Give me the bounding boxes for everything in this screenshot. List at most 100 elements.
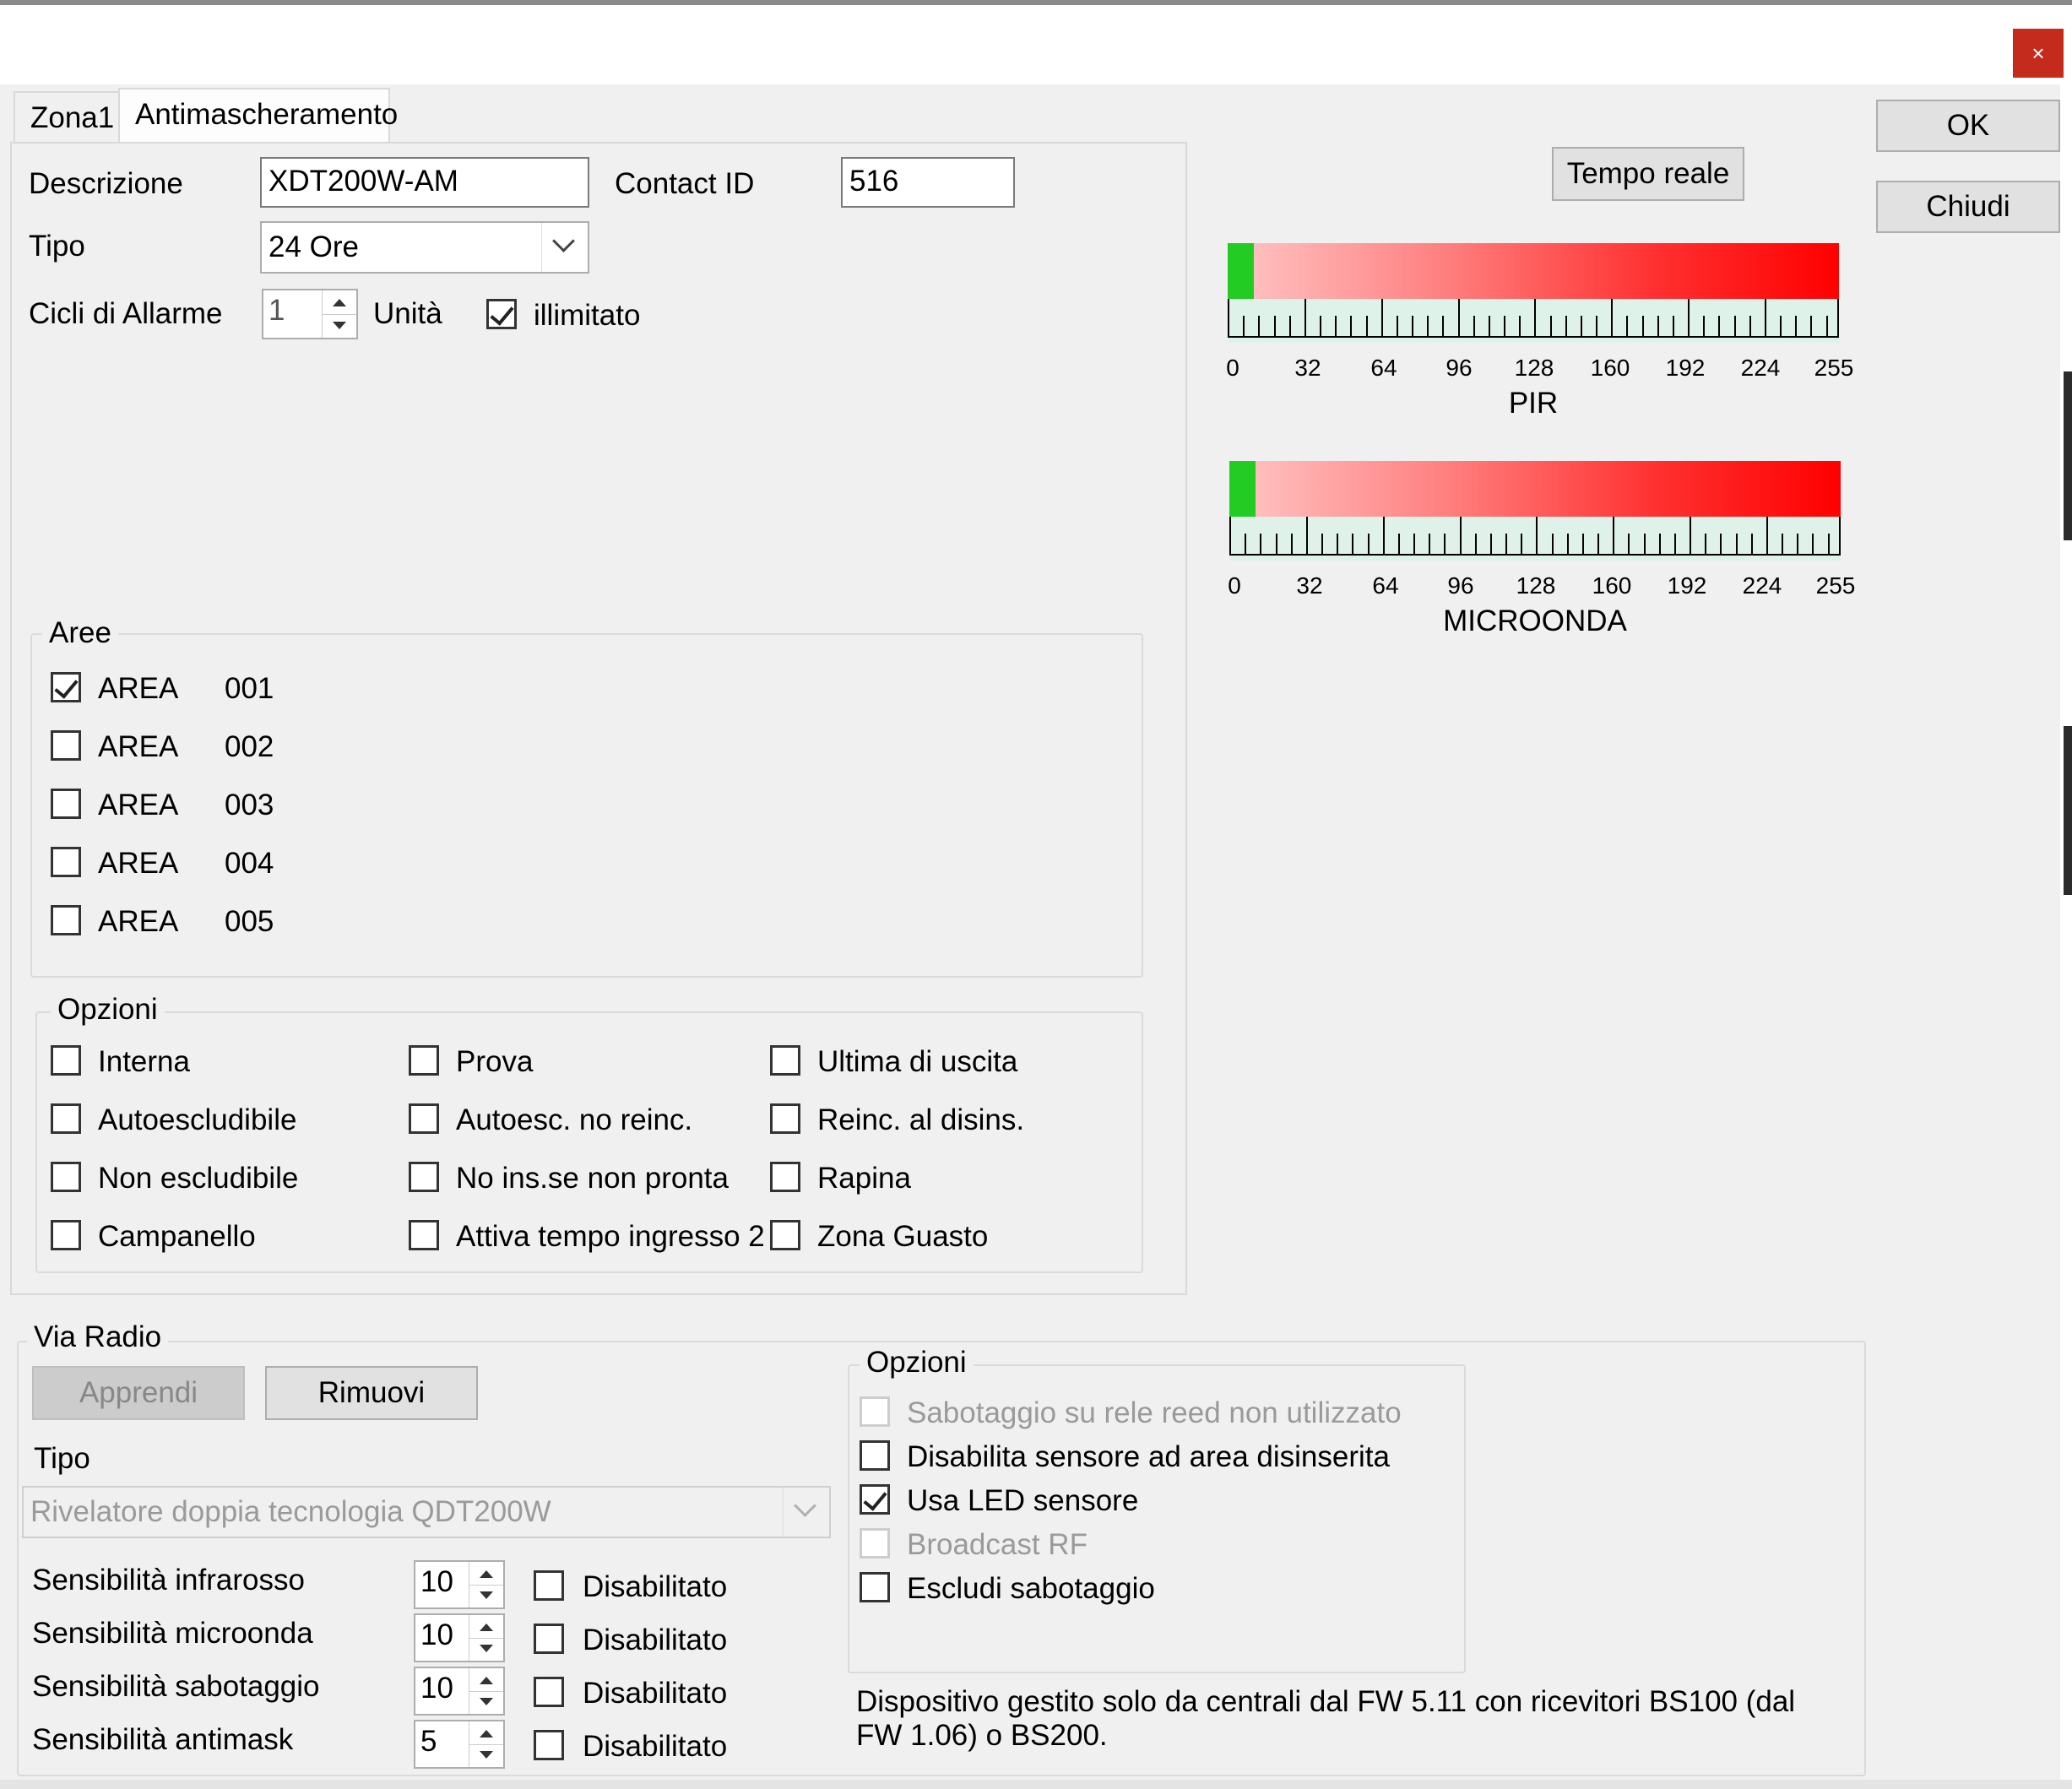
scale-tick (1505, 534, 1507, 556)
scale-tick (1839, 517, 1841, 556)
option-checkbox[interactable] (51, 1103, 81, 1134)
scale-tick (1734, 316, 1736, 338)
sensitivity-stepper[interactable]: 5 (414, 1720, 505, 1769)
option-checkbox[interactable] (51, 1162, 81, 1192)
unlimited-checkbox[interactable] (486, 299, 517, 329)
sensitivity-stepper[interactable]: 10 (414, 1560, 505, 1609)
scale-tick (1475, 534, 1477, 556)
chevron-down-icon (794, 1494, 816, 1517)
option-checkbox[interactable] (770, 1103, 800, 1134)
meter-scale (1229, 517, 1841, 561)
axis-tick-label: 160 (1590, 355, 1630, 381)
option-label: Autoescludibile (98, 1103, 297, 1136)
option-checkbox[interactable] (51, 1045, 81, 1076)
chiudi-button[interactable]: Chiudi (1876, 181, 2060, 233)
area-label: AREA (98, 672, 179, 705)
description-input[interactable]: XDT200W-AM (260, 157, 589, 208)
alarm-cycles-stepper[interactable]: 1 (262, 289, 358, 339)
meter-name: PIR (1508, 387, 1559, 420)
scale-tick (1245, 534, 1246, 556)
scale-tick (1243, 316, 1245, 338)
option-checkbox[interactable] (409, 1103, 439, 1134)
option-checkbox[interactable] (409, 1045, 439, 1076)
scale-tick (1552, 534, 1554, 556)
option-checkbox[interactable] (770, 1220, 800, 1250)
disable-sensitivity-label: Disabilitato (583, 1570, 728, 1603)
scale-tick (1659, 534, 1661, 556)
scale-tick (1797, 534, 1798, 556)
area-checkbox-002[interactable] (51, 730, 81, 761)
option-label: Zona Guasto (817, 1220, 989, 1253)
axis-tick-label: 64 (1370, 355, 1397, 381)
scale-tick (1765, 299, 1766, 338)
option-checkbox[interactable] (770, 1162, 800, 1192)
axis-tick-label: 32 (1296, 572, 1323, 599)
alarm-cycles-spin-buttons[interactable] (322, 290, 356, 338)
scale-tick (1550, 316, 1552, 338)
sensitivity-stepper[interactable]: 10 (414, 1667, 505, 1716)
disable-sensitivity-checkbox[interactable] (534, 1570, 564, 1601)
area-checkbox-001[interactable] (51, 672, 81, 702)
type-select[interactable]: 24 Ore (260, 221, 589, 274)
scale-tick (1519, 316, 1521, 338)
spin-down-icon (480, 1698, 493, 1705)
sensitivity-value: 10 (420, 1565, 453, 1598)
spin-buttons[interactable] (469, 1668, 503, 1714)
axis-tick-label: 224 (1740, 355, 1781, 381)
area-code: 002 (225, 730, 274, 763)
scale-tick (1688, 299, 1690, 338)
ok-button[interactable]: OK (1876, 100, 2060, 152)
scale-tick (1812, 534, 1814, 556)
radio-type-dropdown[interactable] (783, 1488, 829, 1537)
area-checkbox-005[interactable] (51, 905, 81, 935)
radio-option-label: Disabilita sensore ad area disinserita (907, 1440, 1390, 1473)
sensitivity-value: 10 (420, 1618, 453, 1651)
spin-up-icon (480, 1730, 493, 1737)
radio-option-checkbox[interactable] (860, 1572, 890, 1602)
scale-tick (1274, 316, 1276, 338)
area-checkbox-003[interactable] (51, 789, 81, 819)
description-label: Descrizione (29, 167, 183, 200)
scale-tick (1749, 316, 1751, 338)
disable-sensitivity-label: Disabilitato (583, 1730, 728, 1763)
axis-tick-label: 0 (1228, 572, 1241, 599)
disable-sensitivity-checkbox[interactable] (534, 1677, 564, 1707)
scale-tick (1782, 534, 1783, 556)
radio-type-select[interactable]: Rivelatore doppia tecnologia QDT200W (22, 1486, 831, 1538)
spin-buttons[interactable] (469, 1721, 503, 1767)
disable-sensitivity-label: Disabilitato (583, 1624, 728, 1656)
area-label: AREA (98, 789, 179, 821)
tab-zona1[interactable]: Zona1 (14, 91, 120, 142)
area-checkbox-004[interactable] (51, 847, 81, 877)
sensitivity-label: Sensibilità antimask (32, 1723, 294, 1756)
close-window-button[interactable]: × (2013, 29, 2064, 78)
disable-sensitivity-checkbox[interactable] (534, 1624, 564, 1654)
radio-option-checkbox[interactable] (860, 1440, 890, 1471)
sensitivity-stepper[interactable]: 10 (414, 1613, 505, 1662)
radio-option-checkbox[interactable] (860, 1484, 890, 1515)
radio-option-checkbox[interactable] (860, 1396, 890, 1427)
rimuovi-button[interactable]: Rimuovi (265, 1366, 478, 1420)
type-select-dropdown[interactable] (541, 223, 588, 272)
unit-label: Unità (373, 297, 442, 330)
scale-tick (1810, 316, 1812, 338)
radio-type-label: Tipo (34, 1442, 90, 1475)
option-checkbox[interactable] (770, 1045, 800, 1076)
radio-option-checkbox[interactable] (860, 1528, 890, 1559)
scale-tick (1837, 299, 1839, 338)
spin-buttons[interactable] (469, 1562, 503, 1607)
tab-antimascheramento[interactable]: Antimascheramento (118, 88, 398, 144)
disable-sensitivity-checkbox[interactable] (534, 1730, 564, 1760)
option-checkbox[interactable] (51, 1220, 81, 1250)
option-checkbox[interactable] (409, 1220, 439, 1250)
option-checkbox[interactable] (409, 1162, 439, 1192)
scale-tick (1490, 534, 1492, 556)
scale-tick (1690, 517, 1691, 556)
scale-tick (1567, 534, 1569, 556)
apprendi-button[interactable]: Apprendi (32, 1366, 245, 1420)
spin-up-icon (333, 299, 346, 306)
tempo-reale-button[interactable]: Tempo reale (1552, 147, 1744, 201)
meter-level (1228, 243, 1254, 299)
spin-buttons[interactable] (469, 1615, 503, 1661)
contact-id-input[interactable]: 516 (841, 157, 1015, 208)
